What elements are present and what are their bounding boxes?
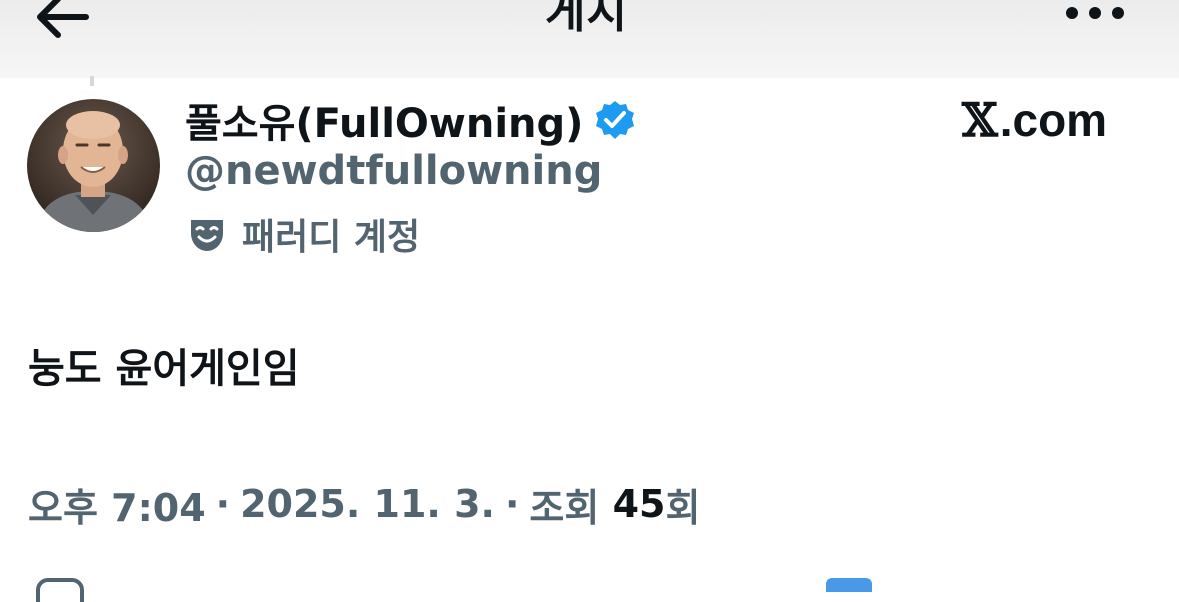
post-text: 눙도 윤어게인임 <box>28 346 300 392</box>
avatar-image <box>27 99 160 232</box>
post-date[interactable]: 2025. 11. 3. <box>240 482 495 526</box>
x-logo-text: .com <box>999 94 1108 146</box>
parody-account-text: 패러디 계정 <box>242 217 421 258</box>
arrow-left-icon[interactable] <box>30 0 94 40</box>
theater-mask-icon <box>191 220 223 251</box>
more-dots-icon[interactable] <box>1060 2 1130 24</box>
meta-separator: · <box>504 482 520 526</box>
meta-separator: · <box>215 482 231 526</box>
page-title: 게시 <box>545 0 628 38</box>
bookmark-icon[interactable] <box>826 578 872 592</box>
views-count: 45 <box>612 482 666 526</box>
views-prefix: 조회 <box>529 485 600 530</box>
views-suffix: 회 <box>665 485 701 530</box>
author-handle[interactable]: @newdtfullowning <box>185 148 602 194</box>
x-logo-mark: 𝕏 <box>962 93 998 147</box>
post-meta: 오후 7:04 · 2025. 11. 3. · 조회 45 회 <box>28 476 700 532</box>
author-name-row: 풀소유(FullOwning) <box>185 90 635 150</box>
parody-account-label: 패러디 계정 <box>188 206 420 262</box>
author-display-name[interactable]: 풀소유(FullOwning) <box>185 91 583 149</box>
post-time[interactable]: 오후 7:04 <box>28 477 206 532</box>
top-app-bar: 게시 <box>0 0 1179 78</box>
reply-icon[interactable] <box>36 578 84 602</box>
thread-connector <box>90 76 94 86</box>
avatar[interactable] <box>27 99 160 232</box>
x-com-logo: 𝕏 .com <box>962 90 1107 150</box>
verified-badge-icon[interactable] <box>595 100 635 140</box>
